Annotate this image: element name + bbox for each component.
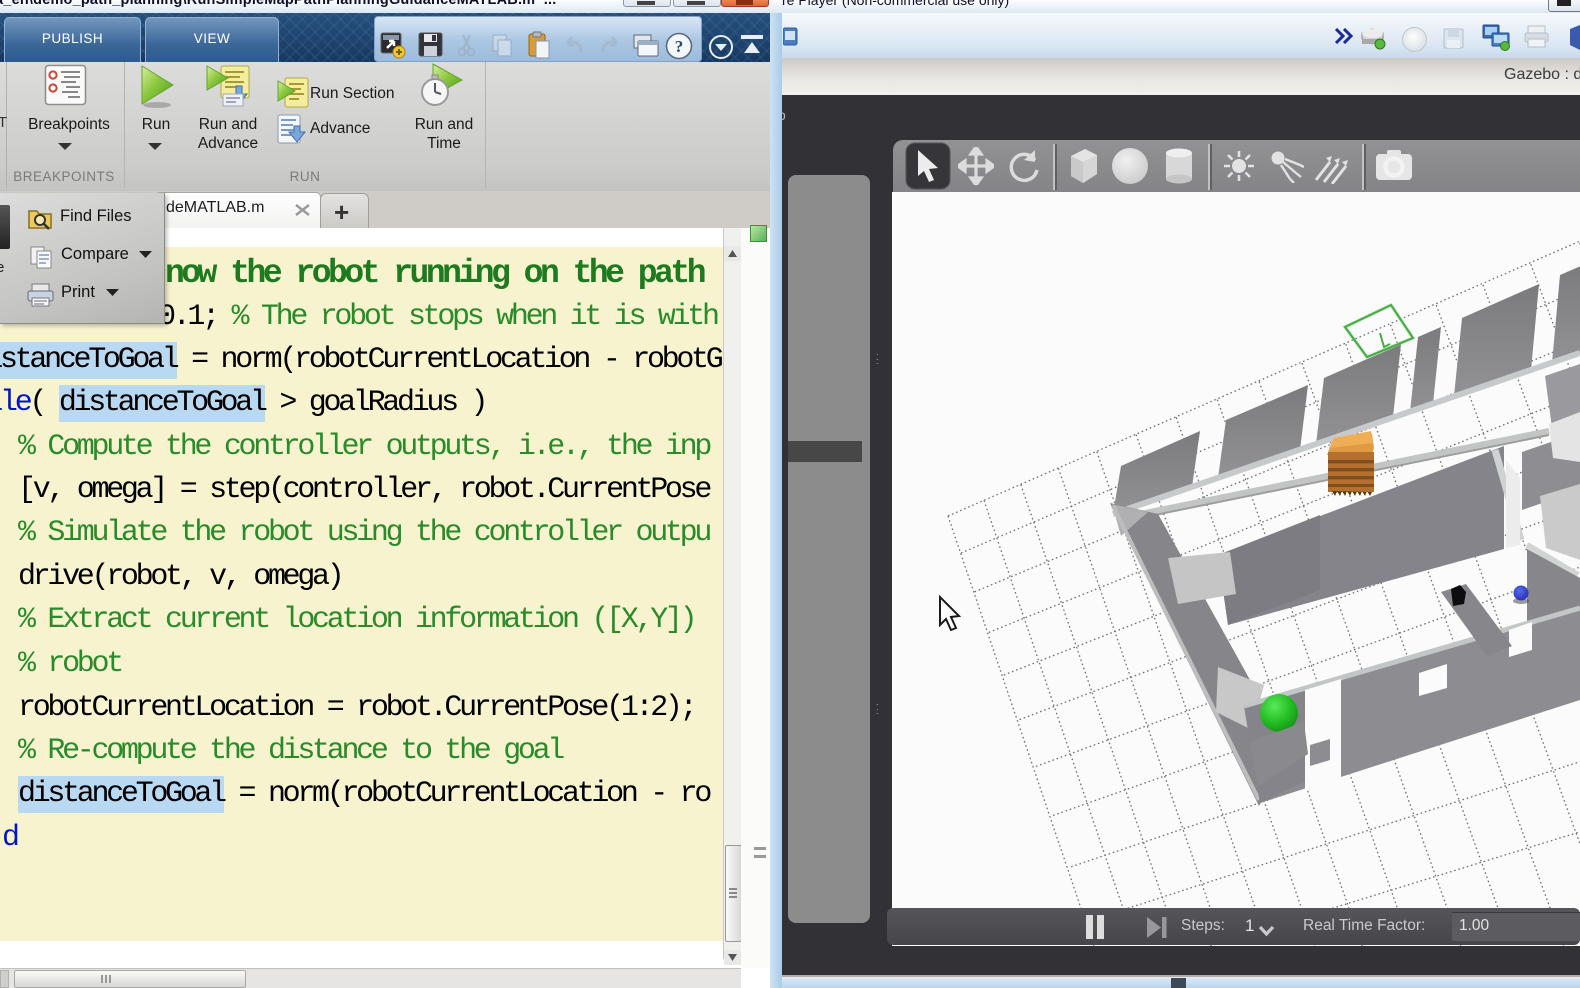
- svg-text:?: ?: [675, 37, 684, 56]
